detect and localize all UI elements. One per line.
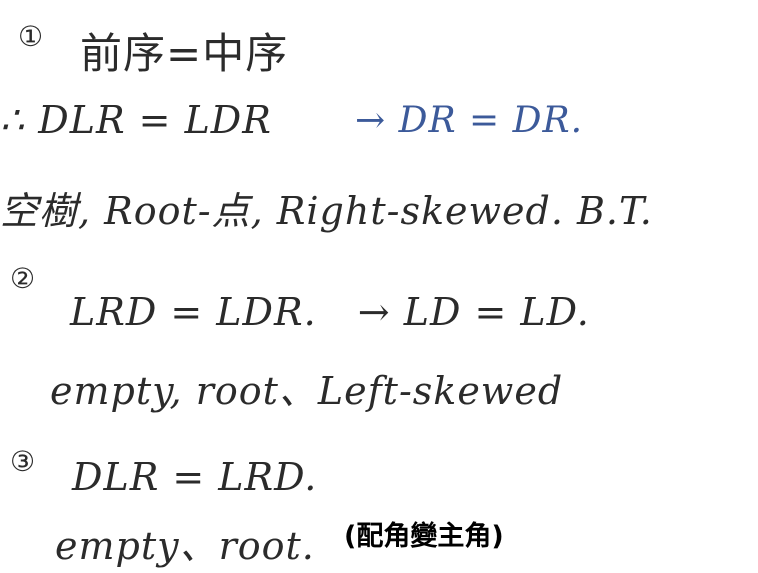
item-3-number: ③ bbox=[10, 445, 36, 478]
item-3-annotation: (配角變主角) bbox=[344, 521, 504, 552]
item-1-formula: ∴ DLR = LDR bbox=[0, 98, 272, 142]
item-3-cases: empty、root. bbox=[55, 524, 315, 568]
item-1-heading: 前序=中序 bbox=[80, 29, 289, 78]
item-2-formula-text: LRD = LDR. bbox=[70, 290, 317, 334]
item-1-number: ① bbox=[18, 20, 44, 53]
item-2-formula: LRD = LDR. → LD = LD. bbox=[70, 290, 590, 334]
item-1-result: → DR = DR. bbox=[355, 100, 584, 141]
item-2-result: → LD = LD. bbox=[357, 290, 590, 334]
item-2-cases: empty, root、Left-skewed bbox=[50, 369, 564, 413]
item-3-formula: DLR = LRD. bbox=[72, 455, 318, 499]
item-2-number: ② bbox=[10, 262, 36, 295]
item-1-cases: 空樹, Root-点, Right-skewed. B.T. bbox=[0, 189, 653, 233]
